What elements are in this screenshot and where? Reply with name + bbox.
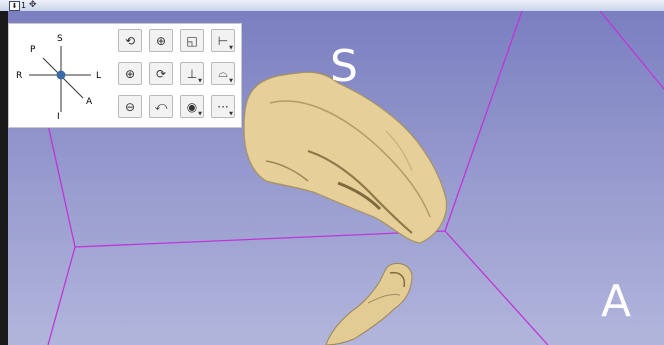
axis-labels-button[interactable]: ⊥ ▼ (180, 62, 204, 85)
view-controls-panel: S P R L A I ⟲ ⊕ ◱ ⊢ ▼ ⊕ ⟳ ⊥ ▼ ⌓ ▼ ⊖ ⤺ ◉ ▼ ··… (8, 23, 242, 128)
axis-label-a: A (86, 97, 93, 107)
zoom-in-icon: ⊕ (124, 66, 136, 81)
chevron-down-icon: ▼ (229, 111, 233, 117)
3d-view-frame: ⬇ 1 ✥ S A S P R L A I ⟲ ⊕ ◱ ⊢ ▼ ⊕ ⟳ ⊥ ▼ … (0, 0, 664, 345)
zoom-out-button[interactable]: ⊖ (118, 95, 142, 118)
orientation-label-anterior: A (601, 276, 632, 327)
left-panel-edge (0, 11, 8, 345)
pin-icon[interactable]: ⬇ (9, 1, 20, 11)
orientation-axes-widget[interactable]: S P R L A I (9, 24, 109, 127)
segmentation-model[interactable] (243, 71, 448, 345)
zoom-in-button[interactable]: ⊕ (118, 62, 142, 85)
rock-icon: ⤺ (154, 99, 168, 113)
ruler-button[interactable]: ⊢ ▼ (211, 29, 235, 52)
ruler-icon: ⊢ (217, 33, 229, 48)
view-number-label: 1 (21, 1, 27, 10)
axis-label-l: L (96, 71, 102, 81)
spin-icon: ⟳ (155, 66, 167, 81)
axis-label-r: R (16, 71, 23, 81)
chevron-down-icon: ▼ (229, 78, 233, 84)
chevron-down-icon: ▼ (198, 78, 202, 84)
chevron-down-icon: ▼ (198, 111, 202, 117)
reset-focal-point-icon: ⟲ (124, 33, 136, 48)
link-icon[interactable]: ✥ (29, 0, 37, 11)
orientation-label-superior: S (330, 41, 358, 92)
center-view-icon: ⊕ (155, 33, 167, 48)
visibility-button[interactable]: ◉ ▼ (180, 95, 204, 118)
zoom-out-icon: ⊖ (124, 99, 136, 114)
more-options-button[interactable]: ··· ▼ (211, 95, 235, 118)
stereo-glasses-icon: ⌓ (218, 66, 228, 80)
stereo-button[interactable]: ⌓ ▼ (211, 62, 235, 85)
rock-button[interactable]: ⤺ (149, 95, 173, 118)
spin-button[interactable]: ⟳ (149, 62, 173, 85)
axis-labels-icon: ⊥ (186, 66, 198, 81)
orthographic-cube-icon: ◱ (186, 33, 198, 48)
center-view-button[interactable]: ⊕ (149, 29, 173, 52)
chevron-down-icon: ▼ (229, 45, 233, 51)
axis-label-i: I (57, 112, 60, 122)
orthographic-toggle-button[interactable]: ◱ (180, 29, 204, 52)
more-icon: ··· (217, 99, 229, 114)
axis-label-p: P (30, 45, 36, 55)
reset-focal-point-button[interactable]: ⟲ (118, 29, 142, 52)
axis-label-s: S (57, 34, 63, 44)
eye-icon: ◉ (186, 99, 198, 114)
